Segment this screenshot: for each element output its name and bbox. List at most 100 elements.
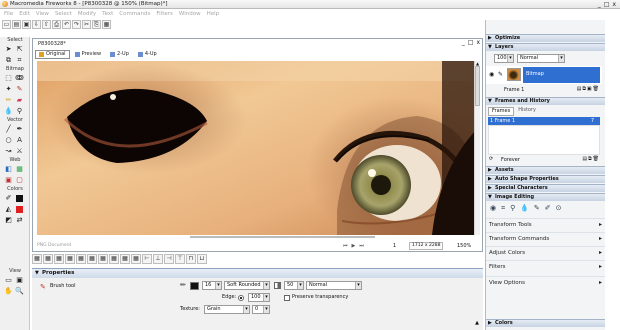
- default-colors-icon[interactable]: ◩: [4, 216, 13, 225]
- edge-field[interactable]: 100 ▾: [248, 293, 270, 302]
- align-left-icon[interactable]: ⊢: [142, 254, 152, 264]
- slice-tool-icon[interactable]: ▦: [15, 165, 24, 174]
- close-button[interactable]: x: [612, 1, 616, 8]
- transform-commands-item[interactable]: Transform Commands ▸: [486, 232, 606, 244]
- horizontal-scroll-thumb[interactable]: [190, 236, 375, 238]
- layer-actions-icons[interactable]: ▤⧉▣🗑: [577, 86, 600, 92]
- menu-help[interactable]: Help: [207, 11, 220, 17]
- image-size-readout[interactable]: 1712 x 2288: [409, 242, 444, 250]
- special-chars-panel-header[interactable]: ▶ Special Characters: [486, 184, 606, 192]
- marquee-tool-icon[interactable]: ⬚: [4, 74, 13, 83]
- cut-icon[interactable]: ✂: [82, 20, 91, 29]
- document-maximize-button[interactable]: □: [468, 39, 474, 46]
- paste-icon[interactable]: ▦: [102, 20, 111, 29]
- hide-slices-icon[interactable]: ▣: [4, 176, 13, 185]
- new-file-icon[interactable]: ▭: [2, 20, 11, 29]
- document-tab[interactable]: P8300328*: [36, 40, 70, 48]
- colors-panel-header[interactable]: ▶ Colors: [486, 319, 606, 327]
- option-icon-3[interactable]: ▦: [54, 254, 64, 264]
- fill-color-icon[interactable]: ◭: [4, 205, 13, 214]
- swap-colors-icon[interactable]: ⇄: [15, 216, 24, 225]
- eye-tool-icon[interactable]: ◉: [490, 204, 496, 213]
- option-icon-1[interactable]: ▦: [32, 254, 42, 264]
- edit-lock-icon[interactable]: ✎: [498, 71, 503, 78]
- blur-tool-icon[interactable]: 💧: [4, 107, 13, 116]
- crop-tool-icon[interactable]: ⌗: [15, 56, 24, 65]
- layer-blend-select[interactable]: Normal ▾: [517, 54, 565, 63]
- rubber-stamp-icon[interactable]: ⚲: [510, 204, 515, 213]
- loop-forever-label[interactable]: Forever: [501, 157, 520, 163]
- edge-radio[interactable]: [238, 295, 244, 301]
- auto-shape-panel-header[interactable]: ▶ Auto Shape Properties: [486, 175, 606, 183]
- lasso-tool-icon[interactable]: ↂ: [15, 74, 24, 83]
- menu-modify[interactable]: Modify: [78, 11, 96, 17]
- minimize-button[interactable]: _: [598, 1, 601, 8]
- menu-view[interactable]: View: [36, 11, 49, 17]
- pen-tool-icon[interactable]: ✒: [15, 125, 24, 134]
- tab-preview[interactable]: Preview: [71, 50, 105, 59]
- stroke-color-swatch[interactable]: [16, 195, 23, 202]
- crop-tool-icon[interactable]: ⌗: [501, 204, 505, 213]
- undo-icon[interactable]: ↶: [62, 20, 71, 29]
- menu-edit[interactable]: Edit: [19, 11, 30, 17]
- adjust-colors-item[interactable]: Adjust Colors ▸: [486, 246, 606, 258]
- save-icon[interactable]: ▣: [22, 20, 31, 29]
- layers-panel-header[interactable]: ▼ Layers: [486, 43, 606, 51]
- tab-frames[interactable]: Frames: [488, 107, 515, 116]
- menu-commands[interactable]: Commands: [119, 11, 150, 17]
- first-frame-icon[interactable]: ⏮: [343, 241, 348, 251]
- eraser-tool-icon[interactable]: ▰: [15, 96, 24, 105]
- opacity-field[interactable]: 50 ▾: [284, 281, 304, 290]
- menu-window[interactable]: Window: [179, 11, 201, 17]
- texture-amount-field[interactable]: 0 ▾: [252, 305, 270, 314]
- properties-expand-icon[interactable]: ▲: [475, 320, 479, 326]
- hand-tool-icon[interactable]: ✋: [4, 287, 13, 296]
- zoom-tool-icon[interactable]: 🔍: [15, 287, 24, 296]
- frame-1-row[interactable]: 1 Frame 1 7: [488, 117, 600, 125]
- play-icon[interactable]: ▶: [352, 241, 356, 251]
- freeform-tool-icon[interactable]: ↝: [4, 147, 13, 156]
- export-icon[interactable]: ⇧: [42, 20, 51, 29]
- full-screen-icon[interactable]: ▣: [15, 276, 24, 285]
- replace-color-icon[interactable]: ✐: [545, 204, 551, 213]
- tab-4-up[interactable]: 4-Up: [134, 50, 161, 59]
- horizontal-scrollbar[interactable]: [190, 236, 375, 240]
- last-frame-icon[interactable]: ⏭: [359, 241, 364, 251]
- option-icon-10[interactable]: ▦: [131, 254, 141, 264]
- open-icon[interactable]: ▤: [12, 20, 21, 29]
- standard-screen-icon[interactable]: ▭: [4, 276, 13, 285]
- align-bottom-icon[interactable]: ⊔: [197, 254, 207, 264]
- ellipse-tool-icon[interactable]: ○: [4, 136, 13, 145]
- subselect-tool-icon[interactable]: ⇱: [15, 45, 24, 54]
- transform-tools-item[interactable]: Transform Tools ▸: [486, 218, 606, 230]
- preserve-transparency-checkbox[interactable]: [284, 295, 290, 301]
- option-icon-2[interactable]: ▦: [43, 254, 53, 264]
- print-icon[interactable]: ⎙: [52, 20, 61, 29]
- copy-icon[interactable]: ⎘: [92, 20, 101, 29]
- eye-icon[interactable]: ◉: [489, 71, 494, 78]
- align-center-icon[interactable]: ⊥: [153, 254, 163, 264]
- option-icon-7[interactable]: ▦: [98, 254, 108, 264]
- loop-icon[interactable]: ⟳: [489, 156, 493, 162]
- option-icon-4[interactable]: ▦: [65, 254, 75, 264]
- properties-header[interactable]: ▼ Properties: [32, 269, 483, 278]
- vertical-scrollbar[interactable]: ▲: [474, 61, 480, 235]
- stroke-color-icon[interactable]: ✐: [4, 194, 13, 203]
- vertical-scroll-thumb[interactable]: [475, 66, 480, 106]
- redo-icon[interactable]: ↷: [72, 20, 81, 29]
- menu-file[interactable]: File: [4, 11, 13, 17]
- frame-1-layer-row[interactable]: Frame 1 ▤⧉▣🗑: [486, 86, 602, 96]
- menu-text[interactable]: Text: [102, 11, 113, 17]
- rubber-stamp-tool-icon[interactable]: ⚲: [15, 107, 24, 116]
- frames-history-header[interactable]: ▼ Frames and History: [486, 97, 606, 105]
- brush-tool-icon[interactable]: ✎: [15, 85, 24, 94]
- menu-filters[interactable]: Filters: [156, 11, 173, 17]
- texture-select[interactable]: Grain ▾: [204, 305, 250, 314]
- optimize-panel-header[interactable]: ▶ Optimize: [486, 34, 606, 42]
- line-tool-icon[interactable]: ╱: [4, 125, 13, 134]
- option-icon-9[interactable]: ▦: [120, 254, 130, 264]
- magic-wand-tool-icon[interactable]: ✦: [4, 85, 13, 94]
- document-close-button[interactable]: x: [476, 39, 480, 46]
- align-right-icon[interactable]: ⊣: [164, 254, 174, 264]
- pencil-tool-icon[interactable]: ✏: [4, 96, 13, 105]
